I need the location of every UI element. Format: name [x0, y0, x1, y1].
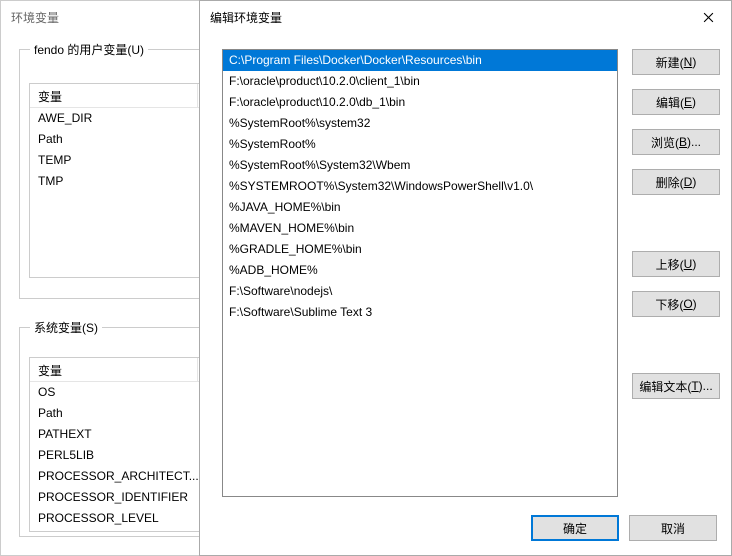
list-item[interactable]: %JAVA_HOME%\bin [223, 197, 617, 218]
new-button[interactable]: 新建(N) [632, 49, 720, 75]
user-vars-label: fendo 的用户变量(U) [30, 41, 148, 58]
ok-button[interactable]: 确定 [531, 515, 619, 541]
close-button[interactable] [686, 2, 731, 32]
move-down-button[interactable]: 下移(O) [632, 291, 720, 317]
col-variable[interactable]: 变量 [30, 84, 198, 107]
browse-button[interactable]: 浏览(B)... [632, 129, 720, 155]
list-item[interactable]: C:\Program Files\Docker\Docker\Resources… [223, 50, 617, 71]
edit-button[interactable]: 编辑(E) [632, 89, 720, 115]
col-variable[interactable]: 变量 [30, 358, 198, 381]
delete-button[interactable]: 删除(D) [632, 169, 720, 195]
list-item[interactable]: F:\oracle\product\10.2.0\db_1\bin [223, 92, 617, 113]
path-listbox[interactable]: C:\Program Files\Docker\Docker\Resources… [222, 49, 618, 497]
list-item[interactable]: %SystemRoot% [223, 134, 617, 155]
edit-env-var-dialog: 编辑环境变量 C:\Program Files\Docker\Docker\Re… [199, 0, 732, 556]
list-item[interactable]: %SystemRoot%\system32 [223, 113, 617, 134]
list-item[interactable]: %GRADLE_HOME%\bin [223, 239, 617, 260]
list-item[interactable]: F:\oracle\product\10.2.0\client_1\bin [223, 71, 617, 92]
list-item[interactable]: F:\Software\Sublime Text 3 [223, 302, 617, 323]
close-icon [703, 12, 714, 23]
dialog-titlebar: 编辑环境变量 [200, 1, 731, 33]
list-item[interactable]: %SystemRoot%\System32\Wbem [223, 155, 617, 176]
move-up-button[interactable]: 上移(U) [632, 251, 720, 277]
dialog-bottom-buttons: 确定 取消 [531, 515, 717, 541]
list-item[interactable]: %MAVEN_HOME%\bin [223, 218, 617, 239]
edit-text-button[interactable]: 编辑文本(T)... [632, 373, 720, 399]
button-column: 新建(N) 编辑(E) 浏览(B)... 删除(D) 上移(U) 下移(O) 编… [632, 49, 720, 399]
dialog-title: 编辑环境变量 [210, 9, 282, 26]
cancel-button[interactable]: 取消 [629, 515, 717, 541]
system-vars-label: 系统变量(S) [30, 319, 102, 336]
list-item[interactable]: %SYSTEMROOT%\System32\WindowsPowerShell\… [223, 176, 617, 197]
list-item[interactable]: %ADB_HOME% [223, 260, 617, 281]
list-item[interactable]: F:\Software\nodejs\ [223, 281, 617, 302]
